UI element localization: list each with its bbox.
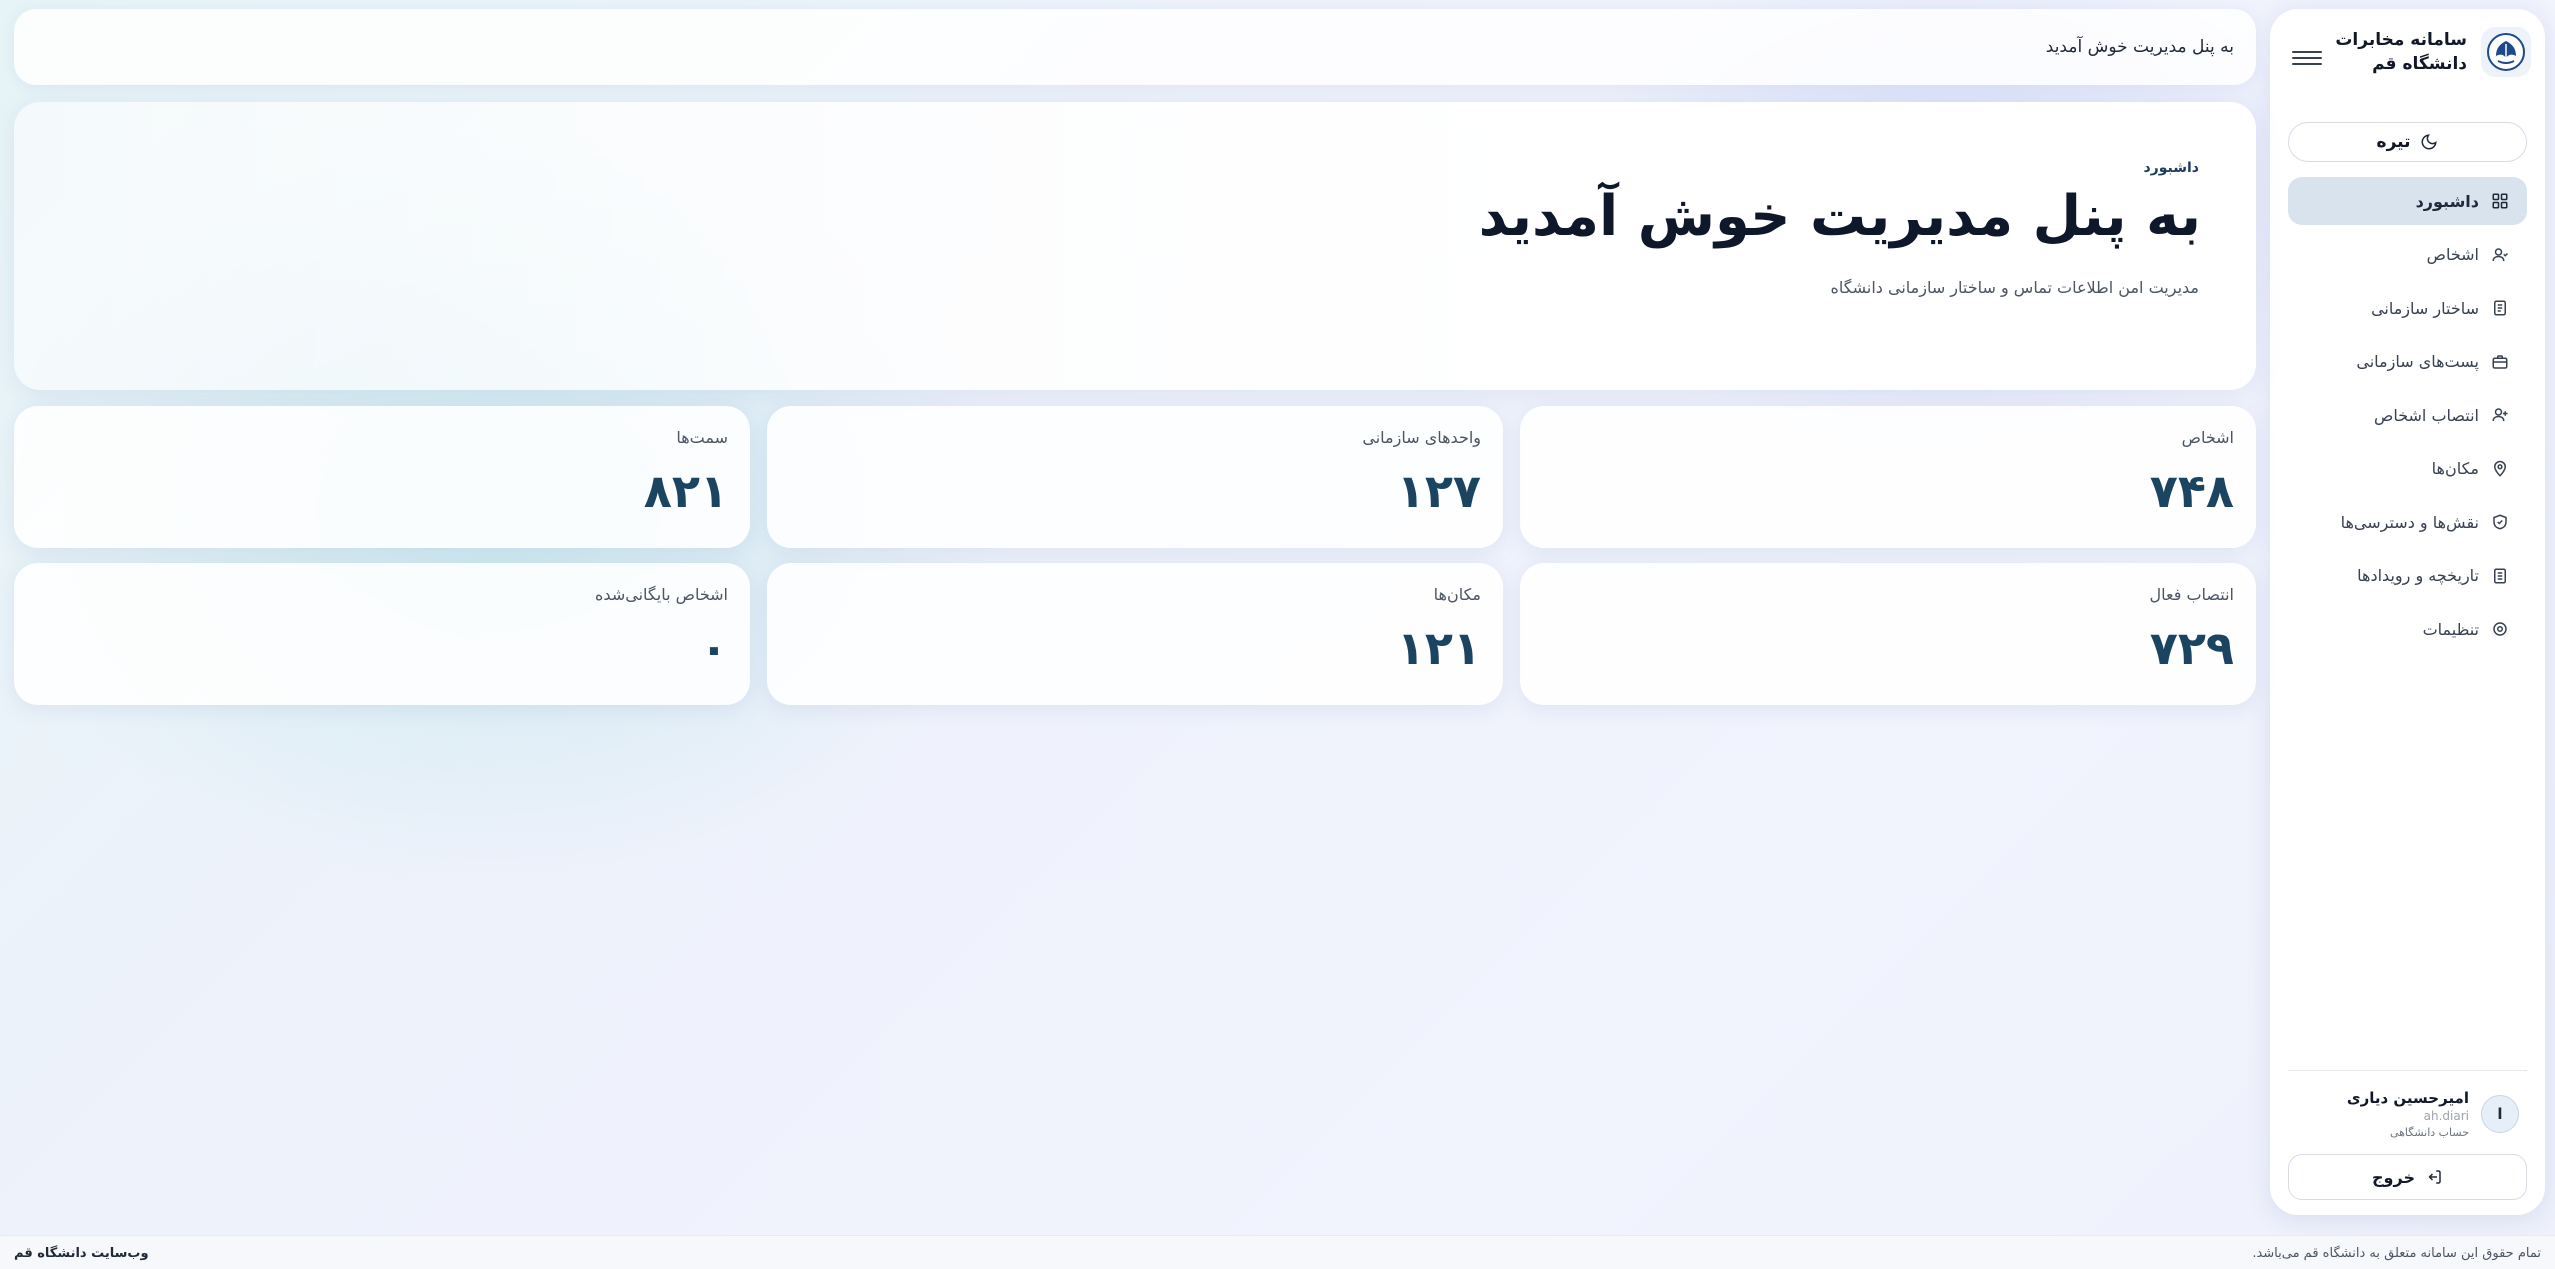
map-pin-icon	[2491, 460, 2509, 478]
history-icon	[2491, 567, 2509, 585]
theme-toggle-label: تیره	[2376, 132, 2411, 152]
user-name: امیرحسین دیاری	[2346, 1089, 2469, 1107]
stat-card-org-units: واحدهای سازمانی ۱۲۷	[767, 406, 1503, 548]
sidebar-item-label: پست‌های سازمانی	[2356, 352, 2479, 371]
stat-value: ۰	[699, 621, 728, 675]
stat-card-archived-people: اشخاص بایگانی‌شده ۰	[14, 563, 750, 705]
stat-label: واحدهای سازمانی	[1362, 428, 1481, 447]
stat-value: ۱۲۷	[1396, 464, 1481, 518]
stat-value: ۸۲۱	[643, 464, 728, 518]
topbar-title: به پنل مدیریت خوش آمدید	[2045, 37, 2234, 57]
stat-label: مکان‌ها	[1433, 585, 1481, 604]
sidebar-item-locations[interactable]: مکان‌ها	[2288, 445, 2527, 493]
sidebar-item-label: اشخاص	[2426, 245, 2479, 264]
page-title: به پنل مدیریت خوش آمدید	[1478, 184, 2201, 249]
stat-value: ۷۲۹	[2149, 621, 2234, 675]
brand-title-line1: سامانه مخابرات	[2335, 30, 2467, 50]
stat-label: سمت‌ها	[676, 428, 728, 447]
divider	[2288, 1070, 2527, 1071]
breadcrumb: داشبورد	[2143, 160, 2200, 176]
brand: سامانه مخابرات دانشگاه قم	[2335, 27, 2531, 77]
hamburger-line	[2292, 63, 2322, 65]
welcome-hero: داشبورد به پنل مدیریت خوش آمدید مدیریت ا…	[14, 102, 2256, 390]
logout-icon	[2425, 1168, 2443, 1186]
theme-toggle-button[interactable]: تیره	[2288, 122, 2527, 162]
stat-label: اشخاص بایگانی‌شده	[595, 585, 728, 604]
briefcase-icon	[2491, 353, 2509, 371]
user-role: حساب دانشگاهی	[2389, 1126, 2469, 1139]
sidebar-item-label: مکان‌ها	[2431, 459, 2479, 478]
menu-toggle-button[interactable]	[2292, 47, 2322, 71]
stat-value: ۷۴۸	[2149, 464, 2234, 518]
user-profile: ا امیرحسین دیاری ah.diari حساب دانشگاهی	[2347, 1089, 2519, 1139]
brand-title: سامانه مخابرات دانشگاه قم	[2335, 28, 2467, 76]
sidebar-item-assignments[interactable]: انتصاب اشخاص	[2288, 391, 2527, 439]
university-website-link[interactable]: وب‌سایت دانشگاه قم	[14, 1246, 149, 1261]
logout-label: خروج	[2372, 1167, 2415, 1187]
sidebar-nav: داشبورد اشخاص ساختار سازمانی پست‌های ساز…	[2288, 177, 2527, 659]
moon-icon	[2420, 133, 2438, 151]
university-logo-icon	[2481, 27, 2531, 77]
settings-icon	[2491, 620, 2509, 638]
brand-title-line2: دانشگاه قم	[2372, 54, 2467, 74]
stat-card-people: اشخاص ۷۴۸	[1520, 406, 2256, 548]
sidebar-item-label: تاریخچه و رویدادها	[2357, 566, 2479, 585]
avatar: ا	[2481, 1095, 2519, 1133]
copyright-text: تمام حقوق این سامانه متعلق به دانشگاه قم…	[2252, 1246, 2541, 1261]
sidebar-item-label: تنظیمات	[2422, 619, 2479, 639]
user-handle: ah.diari	[2423, 1109, 2469, 1123]
shield-icon	[2491, 513, 2509, 531]
hamburger-icon	[2292, 51, 2322, 53]
sidebar-item-label: انتصاب اشخاص	[2373, 405, 2479, 425]
page-subtitle: مدیریت امن اطلاعات تماس و ساختار سازمانی…	[1830, 278, 2200, 297]
sidebar-item-org-structure[interactable]: ساختار سازمانی	[2288, 284, 2527, 332]
stat-card-locations: مکان‌ها ۱۲۱	[767, 563, 1503, 705]
sidebar-item-settings[interactable]: تنظیمات	[2288, 605, 2527, 653]
sidebar-item-label: داشبورد	[2415, 191, 2479, 211]
sidebar-item-history[interactable]: تاریخچه و رویدادها	[2288, 552, 2527, 600]
stat-label: اشخاص	[2181, 428, 2234, 447]
stat-value: ۱۲۱	[1396, 621, 1481, 675]
user-plus-icon	[2491, 406, 2509, 424]
sidebar-item-positions[interactable]: پست‌های سازمانی	[2288, 338, 2527, 386]
sidebar-item-people[interactable]: اشخاص	[2288, 231, 2527, 279]
sidebar: سامانه مخابرات دانشگاه قم تیره داشبورد ا…	[2270, 9, 2545, 1215]
grid-icon	[2491, 192, 2509, 210]
stat-card-positions: سمت‌ها ۸۲۱	[14, 406, 750, 548]
sidebar-item-label: نقش‌ها و دسترسی‌ها	[2340, 512, 2479, 532]
document-icon	[2491, 299, 2509, 317]
footer: وب‌سایت دانشگاه قم تمام حقوق این سامانه …	[0, 1235, 2555, 1269]
stat-label: انتصاب فعال	[2149, 585, 2235, 604]
user-icon	[2491, 246, 2509, 264]
topbar: به پنل مدیریت خوش آمدید	[14, 9, 2256, 85]
sidebar-item-roles[interactable]: نقش‌ها و دسترسی‌ها	[2288, 498, 2527, 546]
logout-button[interactable]: خروج	[2288, 1154, 2527, 1200]
sidebar-item-label: ساختار سازمانی	[2371, 298, 2479, 318]
stat-card-active-assignments: انتصاب فعال ۷۲۹	[1520, 563, 2256, 705]
sidebar-item-dashboard[interactable]: داشبورد	[2288, 177, 2527, 225]
hamburger-line	[2292, 57, 2322, 59]
